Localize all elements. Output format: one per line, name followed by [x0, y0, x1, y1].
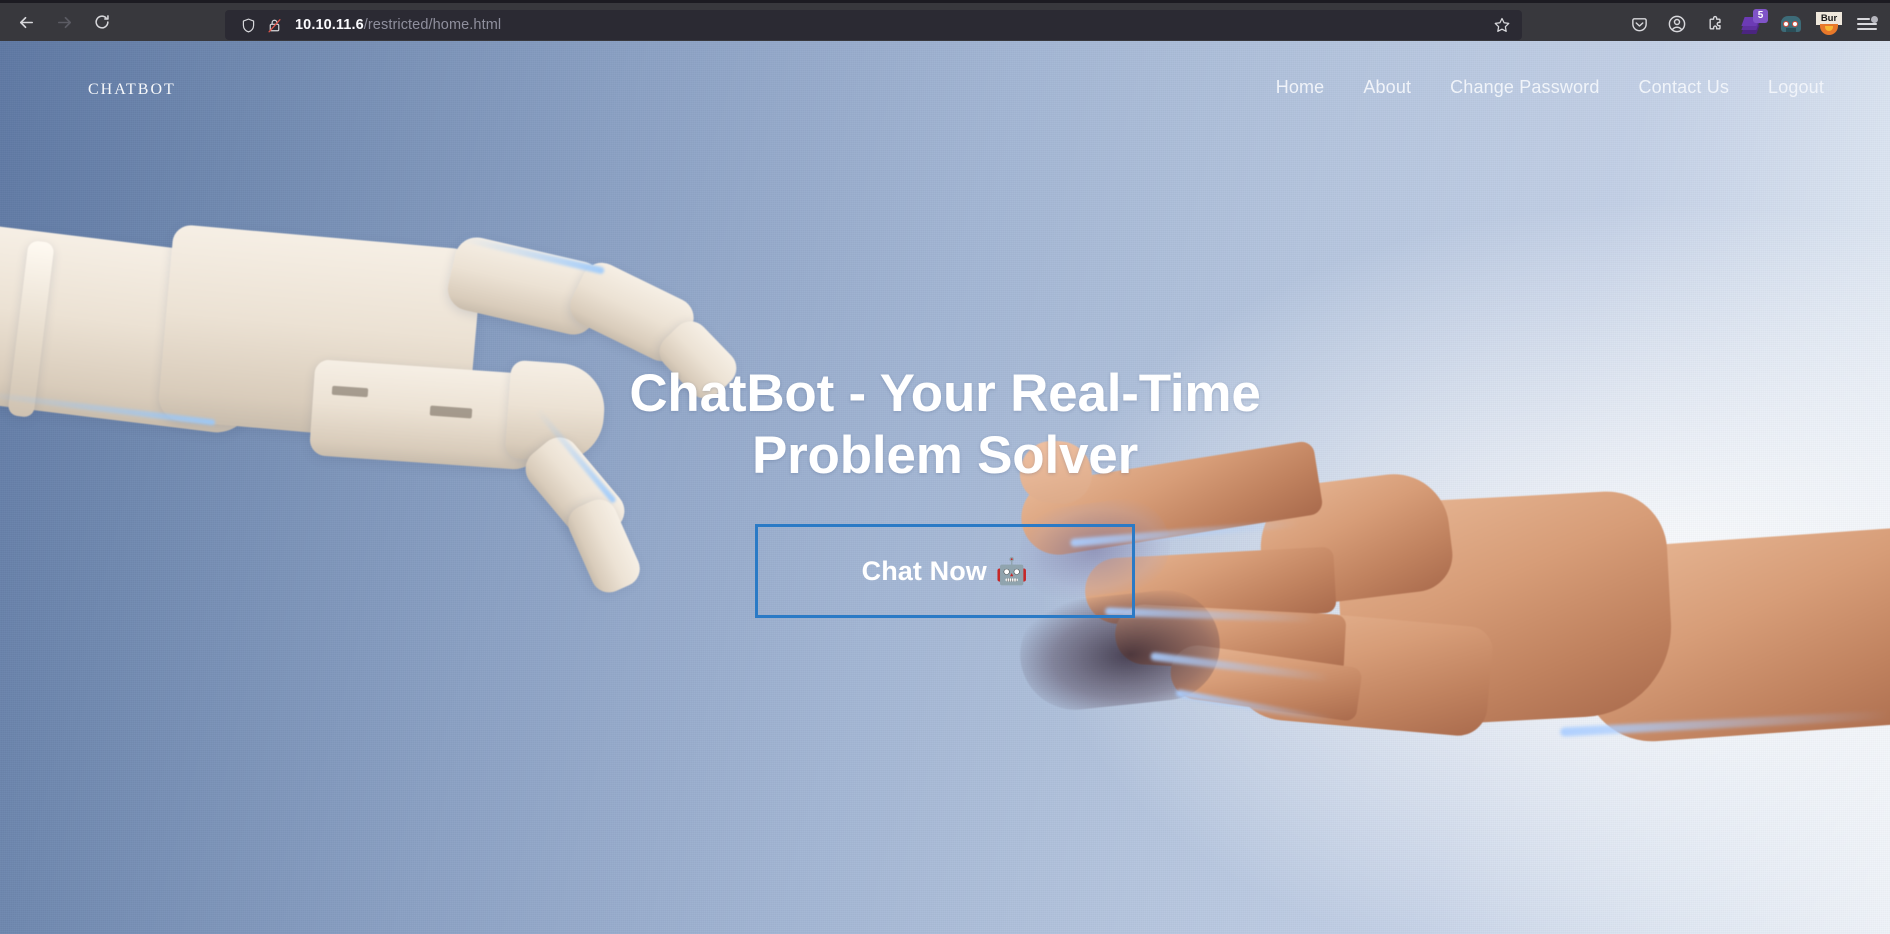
- browser-toolbar: 10.10.11.6/restricted/home.html 5 Bur: [0, 0, 1890, 41]
- insecure-lock-icon[interactable]: [261, 12, 287, 38]
- url-bar[interactable]: 10.10.11.6/restricted/home.html: [225, 10, 1522, 40]
- wappalyzer-icon[interactable]: [1774, 8, 1808, 40]
- shield-icon[interactable]: [235, 12, 261, 38]
- brand-logo[interactable]: ChatBot: [88, 74, 176, 100]
- robot-emoji-icon: 🤖: [995, 556, 1029, 586]
- web-page: ChatBot Home About Change Password Conta…: [0, 41, 1890, 934]
- extension-badge-count: 5: [1753, 9, 1768, 23]
- toolbar-right-icons: 5 Bur: [1622, 7, 1884, 41]
- hamburger-glyph: [1857, 16, 1878, 32]
- back-button[interactable]: [8, 6, 44, 38]
- nav-about[interactable]: About: [1363, 77, 1411, 98]
- nav-contact-us[interactable]: Contact Us: [1638, 77, 1729, 98]
- reload-button[interactable]: [84, 6, 120, 38]
- burp-glyph: Bur: [1816, 12, 1842, 36]
- site-header: ChatBot Home About Change Password Conta…: [0, 41, 1890, 133]
- chat-now-label: Chat Now: [861, 555, 987, 586]
- robot-face-glyph: [1780, 14, 1802, 34]
- pocket-icon[interactable]: [1622, 8, 1656, 40]
- nav-home[interactable]: Home: [1276, 77, 1325, 98]
- url-path: /restricted/home.html: [363, 17, 502, 33]
- app-menu-icon[interactable]: [1850, 8, 1884, 40]
- layers-extension-icon[interactable]: 5: [1736, 8, 1770, 40]
- hero-section: ChatBot - Your Real-Time Problem Solver …: [0, 363, 1890, 618]
- nav-logout[interactable]: Logout: [1768, 77, 1824, 98]
- url-text[interactable]: 10.10.11.6/restricted/home.html: [295, 10, 1488, 40]
- main-navigation: Home About Change Password Contact Us Lo…: [1276, 77, 1824, 98]
- bookmark-star-icon[interactable]: [1488, 11, 1516, 39]
- navigation-buttons: [8, 6, 120, 38]
- forward-button[interactable]: [46, 6, 82, 38]
- extensions-icon[interactable]: [1698, 8, 1732, 40]
- url-host: 10.10.11.6: [295, 17, 364, 33]
- burp-suite-icon[interactable]: Bur: [1812, 8, 1846, 40]
- chat-now-button[interactable]: Chat Now 🤖: [755, 524, 1135, 618]
- nav-change-password[interactable]: Change Password: [1450, 77, 1599, 98]
- menu-update-dot: [1871, 16, 1878, 23]
- page-title: ChatBot - Your Real-Time Problem Solver: [629, 364, 1261, 485]
- account-icon[interactable]: [1660, 8, 1694, 40]
